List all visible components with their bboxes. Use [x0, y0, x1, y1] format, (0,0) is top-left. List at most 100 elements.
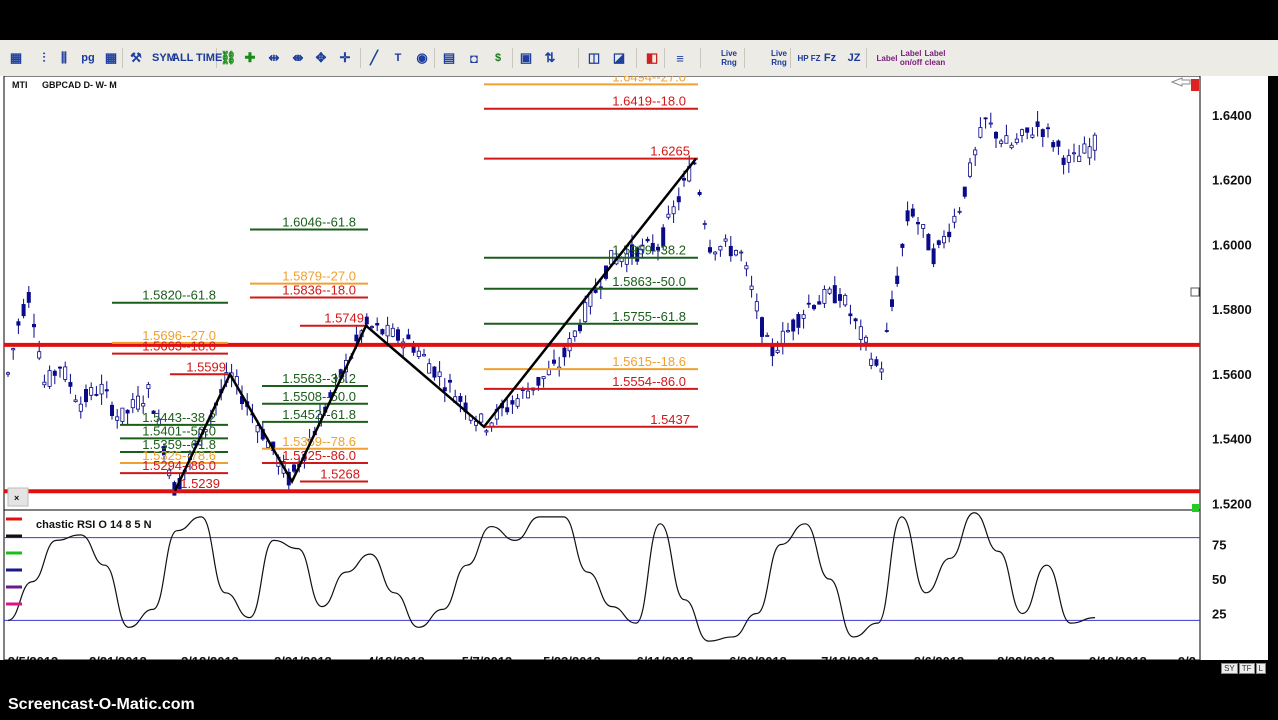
fib-level-label: 1.5879--27.0: [282, 269, 356, 284]
jz-button[interactable]: JZ: [846, 49, 862, 67]
date-axis-label: 7/18/2013: [821, 654, 879, 660]
candle-body: [910, 208, 915, 217]
indicator-axis-label: 25: [1212, 607, 1226, 622]
bars-icon: ⫶: [42, 50, 46, 65]
window-b-icon: ◪: [612, 50, 626, 65]
candle-body: [526, 390, 531, 399]
candle-body: [1051, 142, 1056, 148]
print-icon: ▤: [442, 50, 456, 65]
candle-body: [822, 289, 827, 304]
price-axis-label: 1.5400: [1212, 432, 1252, 447]
fib-level-label: 1.5820--61.8: [142, 288, 216, 303]
candle-body: [874, 359, 879, 366]
candle-body: [1061, 157, 1066, 165]
fz-button[interactable]: Fz: [822, 49, 838, 67]
fib-level-label: 1.5836--18.0: [282, 283, 356, 298]
expand-button[interactable]: ⇹: [266, 49, 282, 67]
link-icon: ⛓: [220, 50, 237, 65]
indicator-axis-label: 75: [1212, 538, 1226, 553]
candle-body: [744, 265, 749, 270]
compare-button[interactable]: ⇅: [542, 49, 558, 67]
crosshair-button[interactable]: ✛: [337, 49, 353, 67]
toolbar-separator: [744, 48, 745, 68]
pane-scroll-icon[interactable]: [1190, 287, 1200, 297]
live-range-2-button[interactable]: Live Rng: [766, 49, 792, 67]
window-b-button[interactable]: ◪: [611, 49, 627, 67]
candle-body: [6, 372, 11, 375]
candle-body: [858, 326, 863, 340]
fib-level-label: 1.5663--18.0: [142, 339, 216, 354]
candles-button[interactable]: ⫼: [56, 49, 72, 67]
candle-body: [921, 224, 926, 229]
price-axis-label: 1.5600: [1212, 367, 1252, 382]
chart-window-button[interactable]: ▦: [8, 49, 24, 67]
fib-level-label: 1.5599: [186, 359, 226, 374]
label-toggle-icon: Label on/off: [899, 49, 923, 67]
pane-close-icon[interactable]: [1191, 79, 1199, 91]
hpfz-button[interactable]: HP FZ: [796, 49, 822, 67]
candle-body: [942, 235, 947, 244]
live-range-button[interactable]: Live Rng: [716, 49, 742, 67]
sy-button[interactable]: SY: [1221, 663, 1238, 674]
label-toggle-button[interactable]: Label on/off: [898, 49, 924, 67]
grid-button[interactable]: ▦: [103, 49, 119, 67]
chart-panel[interactable]: 1.6494--27.0 1.6419--18.0 1.6265 1.6046--61…: [0, 69, 1278, 669]
pg-button[interactable]: pg: [80, 49, 96, 67]
camera-button[interactable]: ◘: [466, 49, 482, 67]
candle-body: [666, 213, 671, 218]
tf-button[interactable]: TF: [1238, 663, 1255, 674]
corner-buttons: SY TF L: [1221, 663, 1266, 674]
dollar-icon: $: [494, 51, 502, 64]
camera-icon: ◘: [470, 50, 478, 66]
fib-button[interactable]: ≡: [672, 49, 688, 67]
candle-body: [146, 384, 151, 390]
text-button[interactable]: T: [390, 49, 406, 67]
candle-body: [1066, 155, 1071, 163]
bars-button[interactable]: ⫶: [36, 49, 52, 67]
link-button[interactable]: ⛓: [220, 49, 237, 67]
indicator-button[interactable]: ◉: [414, 49, 430, 67]
candle-body: [385, 324, 390, 337]
live-range-icon: Live Rng: [720, 49, 737, 67]
candle-body: [141, 403, 146, 407]
label-clean-button[interactable]: Label clean: [922, 49, 948, 67]
add-button[interactable]: ✚: [242, 49, 258, 67]
label-button[interactable]: Label: [874, 49, 900, 67]
window-a-button[interactable]: ◫: [586, 49, 602, 67]
all-button[interactable]: ALL: [172, 49, 193, 67]
date-axis-label: 9/2: [1178, 654, 1196, 660]
candle-body: [718, 246, 723, 251]
candle-body: [801, 314, 806, 319]
jz-icon: JZ: [847, 51, 861, 64]
move-button[interactable]: ✥: [313, 49, 329, 67]
candle-body: [817, 301, 822, 305]
candle-body: [68, 382, 73, 387]
candle-body: [37, 351, 42, 359]
compress-button[interactable]: ⇼: [290, 49, 306, 67]
candle-body: [754, 301, 759, 312]
print-button[interactable]: ▤: [441, 49, 457, 67]
candle-body: [676, 196, 681, 203]
erase-button[interactable]: ◧: [644, 49, 660, 67]
candle-body: [812, 305, 817, 310]
erase-icon: ◧: [645, 50, 659, 65]
layout-button[interactable]: ▣: [518, 49, 534, 67]
dollar-button[interactable]: $: [490, 49, 506, 67]
candle-body: [957, 210, 962, 213]
candle-body: [515, 398, 520, 407]
pane-marker-icon[interactable]: [1192, 504, 1199, 512]
time-button[interactable]: TIME: [196, 49, 222, 67]
trendline-button[interactable]: ╱: [366, 49, 382, 67]
candle-body: [369, 326, 374, 329]
candle-body: [682, 178, 687, 181]
candle-body: [42, 381, 47, 386]
fib-level-label: 1.5508--50.0: [282, 389, 356, 404]
price-chart[interactable]: 1.6494--27.0 1.6419--18.0 1.6265 1.6046--61…: [0, 69, 1278, 669]
candle-body: [931, 248, 936, 265]
candle-body: [21, 304, 26, 317]
window-a-icon: ◫: [587, 50, 601, 65]
tools-button[interactable]: ⚒: [128, 49, 144, 67]
candle-body: [432, 366, 437, 378]
date-axis-label: 2/21/2013: [89, 654, 147, 660]
l-button[interactable]: L: [1255, 663, 1266, 674]
